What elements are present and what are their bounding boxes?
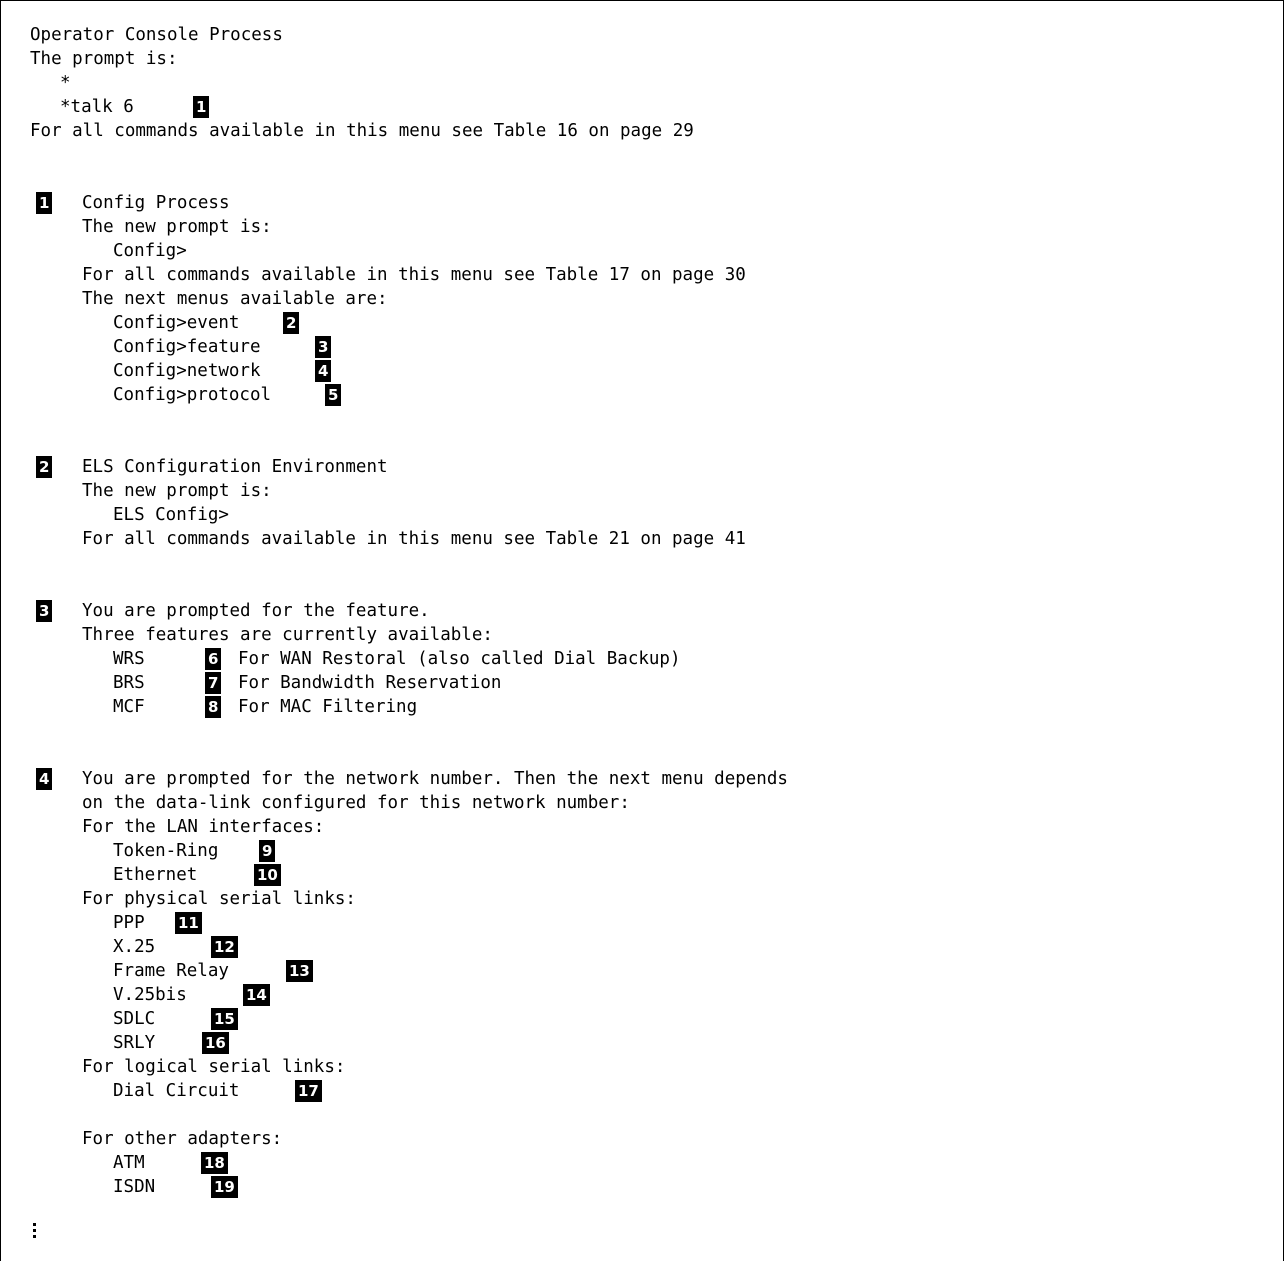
link-frame-relay: Frame Relay xyxy=(113,961,229,981)
menu-item-network: Config>network xyxy=(113,361,261,381)
operator-console-title: Operator Console Process xyxy=(30,25,283,45)
section-badge-2: 2 xyxy=(36,456,53,478)
link-x25: X.25 xyxy=(113,937,156,957)
prompt-heading: The new prompt is: xyxy=(82,217,272,237)
link-ethernet: Ethernet xyxy=(113,865,198,885)
callout-badge-10: 10 xyxy=(254,864,281,886)
prompt-heading: The prompt is: xyxy=(30,49,178,69)
callout-badge-19: 19 xyxy=(211,1176,238,1198)
link-ppp: PPP xyxy=(113,913,145,933)
callout-badge-6: 6 xyxy=(205,648,222,670)
feature-desc-wrs: For WAN Restoral (also called Dial Backu… xyxy=(238,649,681,669)
section-title: You are prompted for the feature. xyxy=(82,601,430,621)
menu-item-feature: Config>feature xyxy=(113,337,261,357)
callout-badge-12: 12 xyxy=(211,936,238,958)
callout-badge-2: 2 xyxy=(283,312,300,334)
callout-badge-16: 16 xyxy=(202,1032,229,1054)
feature-desc-brs: For Bandwidth Reservation xyxy=(238,673,502,693)
prompt-text: Config> xyxy=(113,241,187,261)
document-frame: Operator Console Process The prompt is: … xyxy=(0,0,1284,1261)
callout-badge-14: 14 xyxy=(243,984,270,1006)
features-heading: Three features are currently available: xyxy=(82,625,493,645)
feature-code-mcf: MCF xyxy=(113,697,145,717)
callout-badge-11: 11 xyxy=(175,912,202,934)
table-reference: For all commands available in this menu … xyxy=(82,265,746,285)
section-badge-4: 4 xyxy=(36,768,53,790)
table-reference: For all commands available in this menu … xyxy=(30,121,694,141)
section-badge-1: 1 xyxy=(36,192,53,214)
callout-badge-3: 3 xyxy=(315,336,332,358)
adapter-isdn: ISDN xyxy=(113,1177,156,1197)
prompt-text: ELS Config> xyxy=(113,505,229,525)
callout-badge-4: 4 xyxy=(315,360,332,382)
feature-code-brs: BRS xyxy=(113,673,145,693)
callout-badge-15: 15 xyxy=(211,1008,238,1030)
other-adapters-heading: For other adapters: xyxy=(82,1129,283,1149)
link-srly: SRLY xyxy=(113,1033,156,1053)
feature-desc-mcf: For MAC Filtering xyxy=(238,697,418,717)
logical-serial-heading: For logical serial links: xyxy=(82,1057,346,1077)
menu-item-protocol: Config>protocol xyxy=(113,385,272,405)
section-title: You are prompted for the network number.… xyxy=(82,769,788,789)
continuation-ellipsis-icon xyxy=(33,1223,37,1239)
callout-badge-8: 8 xyxy=(205,696,222,718)
callout-badge-18: 18 xyxy=(201,1152,228,1174)
callout-badge-7: 7 xyxy=(205,672,222,694)
talk-command: *talk 6 xyxy=(60,97,134,117)
prompt-heading: The new prompt is: xyxy=(82,481,272,501)
lan-heading: For the LAN interfaces: xyxy=(82,817,325,837)
table-reference: For all commands available in this menu … xyxy=(82,529,746,549)
section-title: Config Process xyxy=(82,193,230,213)
callout-badge-13: 13 xyxy=(286,960,313,982)
callout-badge-9: 9 xyxy=(259,840,276,862)
physical-serial-heading: For physical serial links: xyxy=(82,889,356,909)
section-badge-3: 3 xyxy=(36,600,53,622)
menu-item-event: Config>event xyxy=(113,313,240,333)
prompt-star: * xyxy=(60,73,71,93)
adapter-atm: ATM xyxy=(113,1153,145,1173)
callout-badge-17: 17 xyxy=(295,1080,322,1102)
section-title: ELS Configuration Environment xyxy=(82,457,388,477)
menus-heading: The next menus available are: xyxy=(82,289,388,309)
callout-badge-1: 1 xyxy=(193,96,210,118)
feature-code-wrs: WRS xyxy=(113,649,145,669)
link-token-ring: Token-Ring xyxy=(113,841,219,861)
callout-badge-5: 5 xyxy=(325,384,342,406)
link-v25bis: V.25bis xyxy=(113,985,187,1005)
link-dial-circuit: Dial Circuit xyxy=(113,1081,240,1101)
section-text: on the data-link configured for this net… xyxy=(82,793,630,813)
link-sdlc: SDLC xyxy=(113,1009,156,1029)
